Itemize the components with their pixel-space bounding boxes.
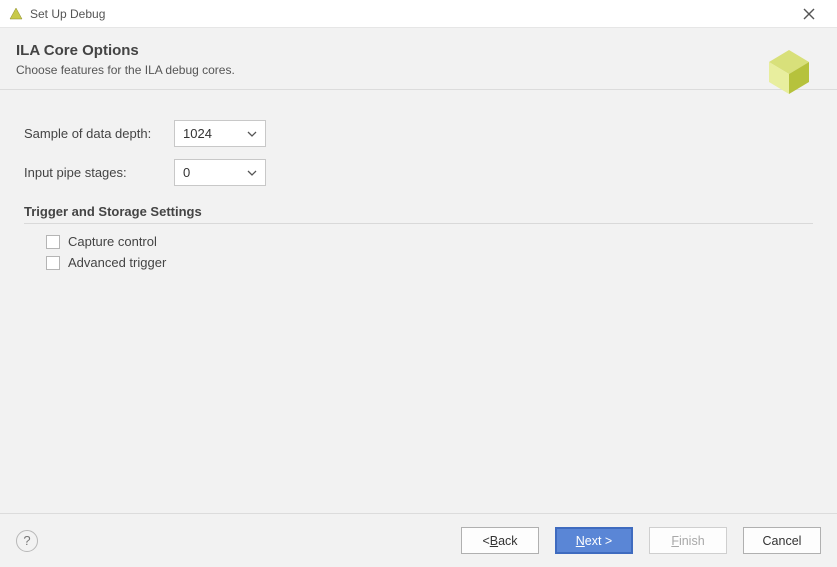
chevron-down-icon	[245, 127, 259, 141]
finish-button[interactable]: Finish	[649, 527, 727, 554]
page-description: Choose features for the ILA debug cores.	[16, 63, 821, 77]
help-button[interactable]: ?	[16, 530, 38, 552]
close-button[interactable]	[789, 0, 829, 28]
sample-depth-row: Sample of data depth: 1024	[24, 120, 813, 147]
close-icon	[803, 8, 815, 20]
trigger-section-title: Trigger and Storage Settings	[24, 204, 813, 219]
back-button[interactable]: < Back	[461, 527, 539, 554]
pipe-stages-select[interactable]: 0	[174, 159, 266, 186]
sample-depth-select[interactable]: 1024	[174, 120, 266, 147]
pipe-stages-row: Input pipe stages: 0	[24, 159, 813, 186]
cancel-label: Cancel	[763, 534, 802, 548]
vendor-logo	[757, 38, 821, 102]
sample-depth-value: 1024	[183, 126, 245, 141]
advanced-trigger-checkbox[interactable]	[46, 256, 60, 270]
pipe-stages-label: Input pipe stages:	[24, 165, 174, 180]
finish-mnemonic: F	[671, 534, 679, 548]
window-title: Set Up Debug	[30, 7, 105, 21]
header: ILA Core Options Choose features for the…	[0, 28, 837, 90]
back-rest: ack	[498, 534, 517, 548]
app-icon	[8, 6, 24, 22]
pipe-stages-value: 0	[183, 165, 245, 180]
sample-depth-label: Sample of data depth:	[24, 126, 174, 141]
section-divider	[24, 223, 813, 224]
finish-rest: inish	[679, 534, 705, 548]
capture-control-label: Capture control	[68, 234, 157, 249]
advanced-trigger-label: Advanced trigger	[68, 255, 166, 270]
trigger-storage-section: Trigger and Storage Settings Capture con…	[24, 204, 813, 270]
dialog-window: Set Up Debug ILA Core Options Choose fea…	[0, 0, 837, 567]
chevron-down-icon	[245, 166, 259, 180]
body: Sample of data depth: 1024 Input pipe st…	[0, 90, 837, 513]
capture-control-checkbox[interactable]	[46, 235, 60, 249]
cancel-button[interactable]: Cancel	[743, 527, 821, 554]
next-mnemonic: N	[576, 534, 585, 548]
next-button[interactable]: Next >	[555, 527, 633, 554]
help-icon: ?	[23, 533, 30, 548]
advanced-trigger-row: Advanced trigger	[46, 255, 813, 270]
next-rest: ext >	[585, 534, 612, 548]
titlebar: Set Up Debug	[0, 0, 837, 28]
back-mnemonic: B	[490, 534, 498, 548]
back-prefix: <	[482, 534, 489, 548]
footer: ? < Back Next > Finish Cancel	[0, 513, 837, 567]
capture-control-row: Capture control	[46, 234, 813, 249]
page-title: ILA Core Options	[16, 42, 821, 59]
